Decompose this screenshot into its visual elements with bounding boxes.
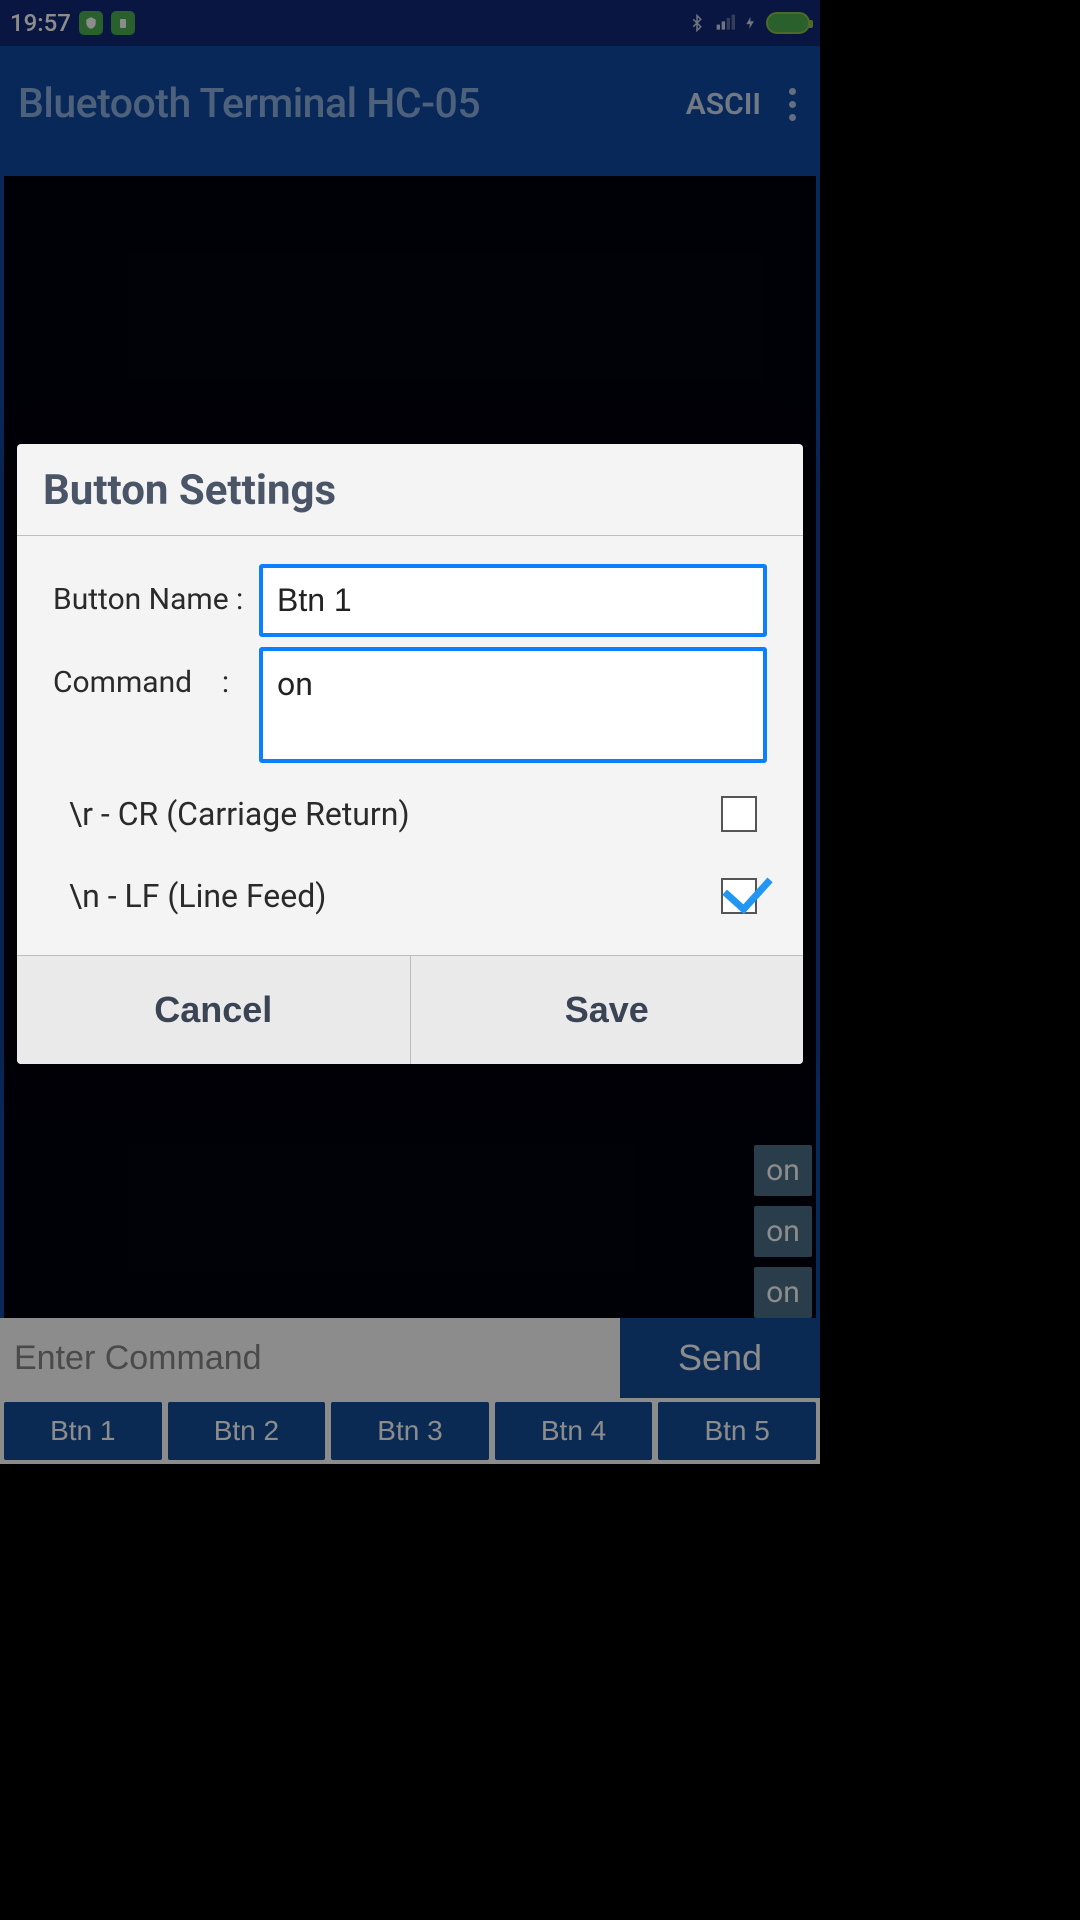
command-label-text: Command: [53, 665, 192, 700]
dialog-title: Button Settings: [43, 466, 777, 515]
dialog-actions: Cancel Save: [17, 955, 803, 1064]
command-value-input[interactable]: [259, 647, 767, 763]
modal-overlay[interactable]: Button Settings Button Name : Command : …: [0, 0, 820, 1464]
cancel-button[interactable]: Cancel: [17, 956, 410, 1064]
button-name-label: Button Name :: [53, 564, 259, 617]
dialog-body: Button Name : Command : \r - CR (Carriag…: [17, 536, 803, 955]
button-name-input[interactable]: [259, 564, 767, 637]
cr-option-row[interactable]: \r - CR (Carriage Return): [53, 773, 767, 855]
cr-option-label: \r - CR (Carriage Return): [69, 795, 410, 833]
lf-option-row[interactable]: \n - LF (Line Feed): [53, 855, 767, 937]
command-label: Command :: [53, 647, 259, 700]
cr-checkbox[interactable]: [721, 796, 757, 832]
lf-option-label: \n - LF (Line Feed): [69, 877, 326, 915]
command-row-field: Command :: [53, 647, 767, 763]
button-settings-dialog: Button Settings Button Name : Command : …: [17, 444, 803, 1064]
save-button[interactable]: Save: [410, 956, 804, 1064]
command-label-colon: :: [222, 665, 229, 700]
lf-checkbox[interactable]: [721, 878, 757, 914]
dialog-header: Button Settings: [17, 444, 803, 536]
button-name-row: Button Name :: [53, 564, 767, 637]
